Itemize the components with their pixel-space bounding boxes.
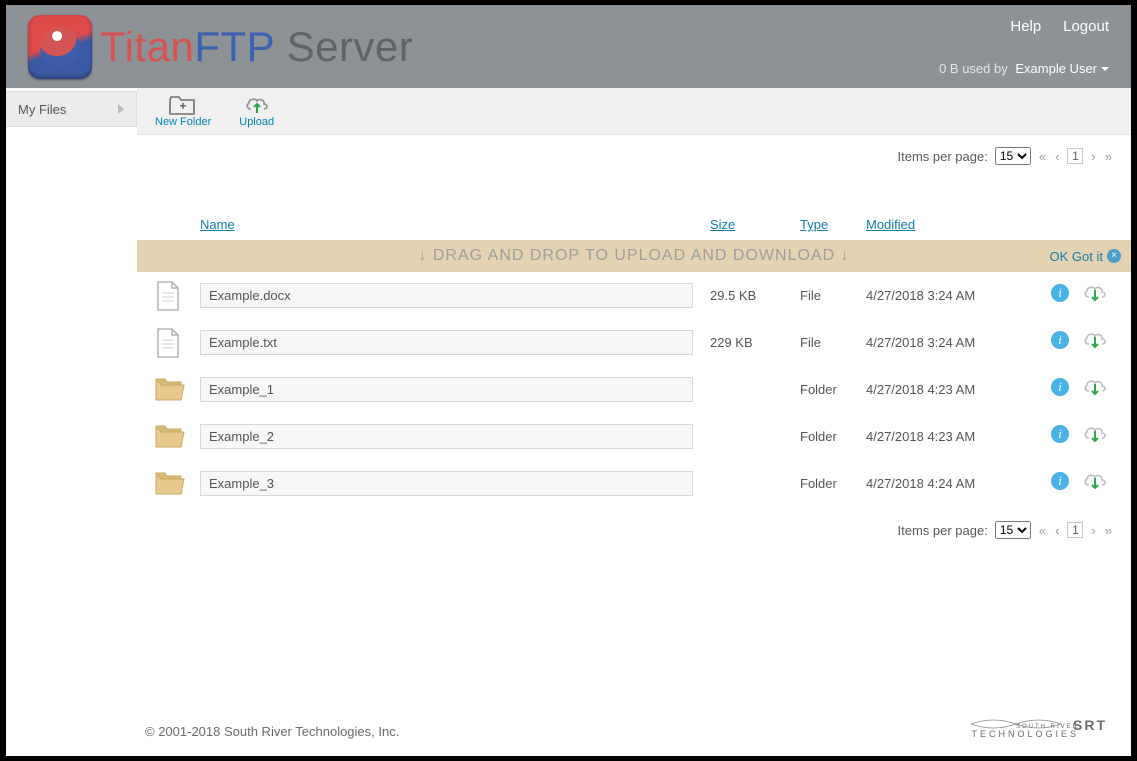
upload-button[interactable]: Upload [239,95,274,128]
usage-amount: 0 B used by [939,61,1008,76]
items-per-page-select[interactable]: 15 [995,521,1031,539]
filename-input[interactable] [200,471,693,496]
sidebar-item-label: My Files [18,102,66,117]
col-name[interactable]: Name [200,217,235,232]
download-icon[interactable] [1083,284,1107,307]
download-icon[interactable] [1083,425,1107,448]
download-icon[interactable] [1083,378,1107,401]
upload-label: Upload [239,116,274,128]
file-icon [155,328,200,358]
copyright-text: © 2001-2018 South River Technologies, In… [145,724,399,739]
usage-text: 0 B used by Example User [939,61,1109,76]
file-icon [155,281,200,311]
app-title: TitanFTP Server [100,23,413,71]
sidebar: My Files [6,88,137,553]
cell-modified: 4/27/2018 4:23 AM [866,382,1011,397]
srt-line2: TECHNOLOGIES [971,730,1079,740]
upload-icon [244,95,270,115]
chevron-right-icon [118,104,124,114]
header-links: Help Logout [939,18,1109,35]
pager-first[interactable]: « [1038,149,1047,164]
srt-big: SRT [1073,718,1107,733]
toolbar: New Folder Upload [137,88,1131,135]
items-per-page-select[interactable]: 15 [995,147,1031,165]
banner-ok-label: OK Got it [1050,249,1103,264]
pager-current: 1 [1067,522,1083,538]
pager-first[interactable]: « [1038,523,1047,538]
pager-next[interactable]: › [1090,523,1096,538]
info-icon[interactable]: i [1051,331,1069,349]
banner-dismiss[interactable]: OK Got it × [1050,249,1121,264]
cell-type: File [800,288,866,303]
user-menu[interactable]: Example User [1015,61,1109,76]
table-row: 229 KBFile4/27/2018 3:24 AM i [137,319,1131,366]
sidebar-item-my-files[interactable]: My Files [6,91,137,127]
cell-type: File [800,335,866,350]
logout-link[interactable]: Logout [1063,18,1109,35]
folder-icon [155,472,200,496]
banner-text: ↓ DRAG AND DROP TO UPLOAD AND DOWNLOAD ↓ [418,247,849,265]
paginator-top: Items per page: 15 « ‹ 1 › » [137,135,1131,175]
cell-modified: 4/27/2018 3:24 AM [866,335,1011,350]
new-folder-label: New Folder [155,116,211,128]
col-type[interactable]: Type [800,217,828,232]
pager-prev[interactable]: ‹ [1054,523,1060,538]
table-row: Folder4/27/2018 4:24 AM i [137,460,1131,507]
cell-modified: 4/27/2018 3:24 AM [866,288,1011,303]
upload-banner: ↓ DRAG AND DROP TO UPLOAD AND DOWNLOAD ↓… [137,240,1131,272]
cell-type: Folder [800,382,866,397]
new-folder-icon [169,95,197,115]
cell-modified: 4/27/2018 4:23 AM [866,429,1011,444]
pager-last[interactable]: » [1104,149,1113,164]
user-name: Example User [1015,61,1097,76]
download-icon[interactable] [1083,472,1107,495]
filename-input[interactable] [200,330,693,355]
info-icon[interactable]: i [1051,472,1069,490]
pager-label: Items per page: [898,149,988,164]
footer: © 2001-2018 South River Technologies, In… [145,724,1107,740]
folder-icon [155,425,200,449]
file-list: 29.5 KBFile4/27/2018 3:24 AMi229 KBFile4… [137,272,1131,507]
filename-input[interactable] [200,424,693,449]
filename-input[interactable] [200,377,693,402]
brand-part-ftp: FTP [194,23,274,70]
col-size[interactable]: Size [710,217,735,232]
main-panel: New Folder Upload Items per page: 15 « ‹… [137,88,1131,553]
pager-prev[interactable]: ‹ [1054,149,1060,164]
folder-icon [155,378,200,402]
pager-last[interactable]: » [1104,523,1113,538]
info-icon[interactable]: i [1051,378,1069,396]
info-icon[interactable]: i [1051,425,1069,443]
srt-logo: SRT SOUTH RIVER TECHNOLOGIES [971,724,1107,740]
table-row: Folder4/27/2018 4:23 AM i [137,366,1131,413]
new-folder-button[interactable]: New Folder [155,95,211,128]
brand-part-server: Server [274,23,413,70]
paginator-bottom: Items per page: 15 « ‹ 1 › » [137,507,1131,553]
table-row: 29.5 KBFile4/27/2018 3:24 AM i [137,272,1131,319]
info-icon[interactable]: i [1051,284,1069,302]
col-modified[interactable]: Modified [866,217,915,232]
filename-input[interactable] [200,283,693,308]
pager-label: Items per page: [898,523,988,538]
app-logo-icon [28,15,92,79]
table-row: Folder4/27/2018 4:23 AM i [137,413,1131,460]
caret-down-icon [1101,67,1109,71]
help-link[interactable]: Help [1010,18,1041,35]
pager-next[interactable]: › [1090,149,1096,164]
pager-current: 1 [1067,148,1083,164]
srt-wave-icon [971,718,1061,730]
close-icon: × [1107,249,1121,263]
download-icon[interactable] [1083,331,1107,354]
app-header: TitanFTP Server Help Logout 0 B used by … [6,5,1131,88]
cell-type: Folder [800,476,866,491]
cell-size: 29.5 KB [710,288,800,303]
cell-modified: 4/27/2018 4:24 AM [866,476,1011,491]
table-header: Name Size Type Modified [137,175,1131,236]
brand-part-titan: Titan [100,23,194,70]
cell-type: Folder [800,429,866,444]
cell-size: 229 KB [710,335,800,350]
